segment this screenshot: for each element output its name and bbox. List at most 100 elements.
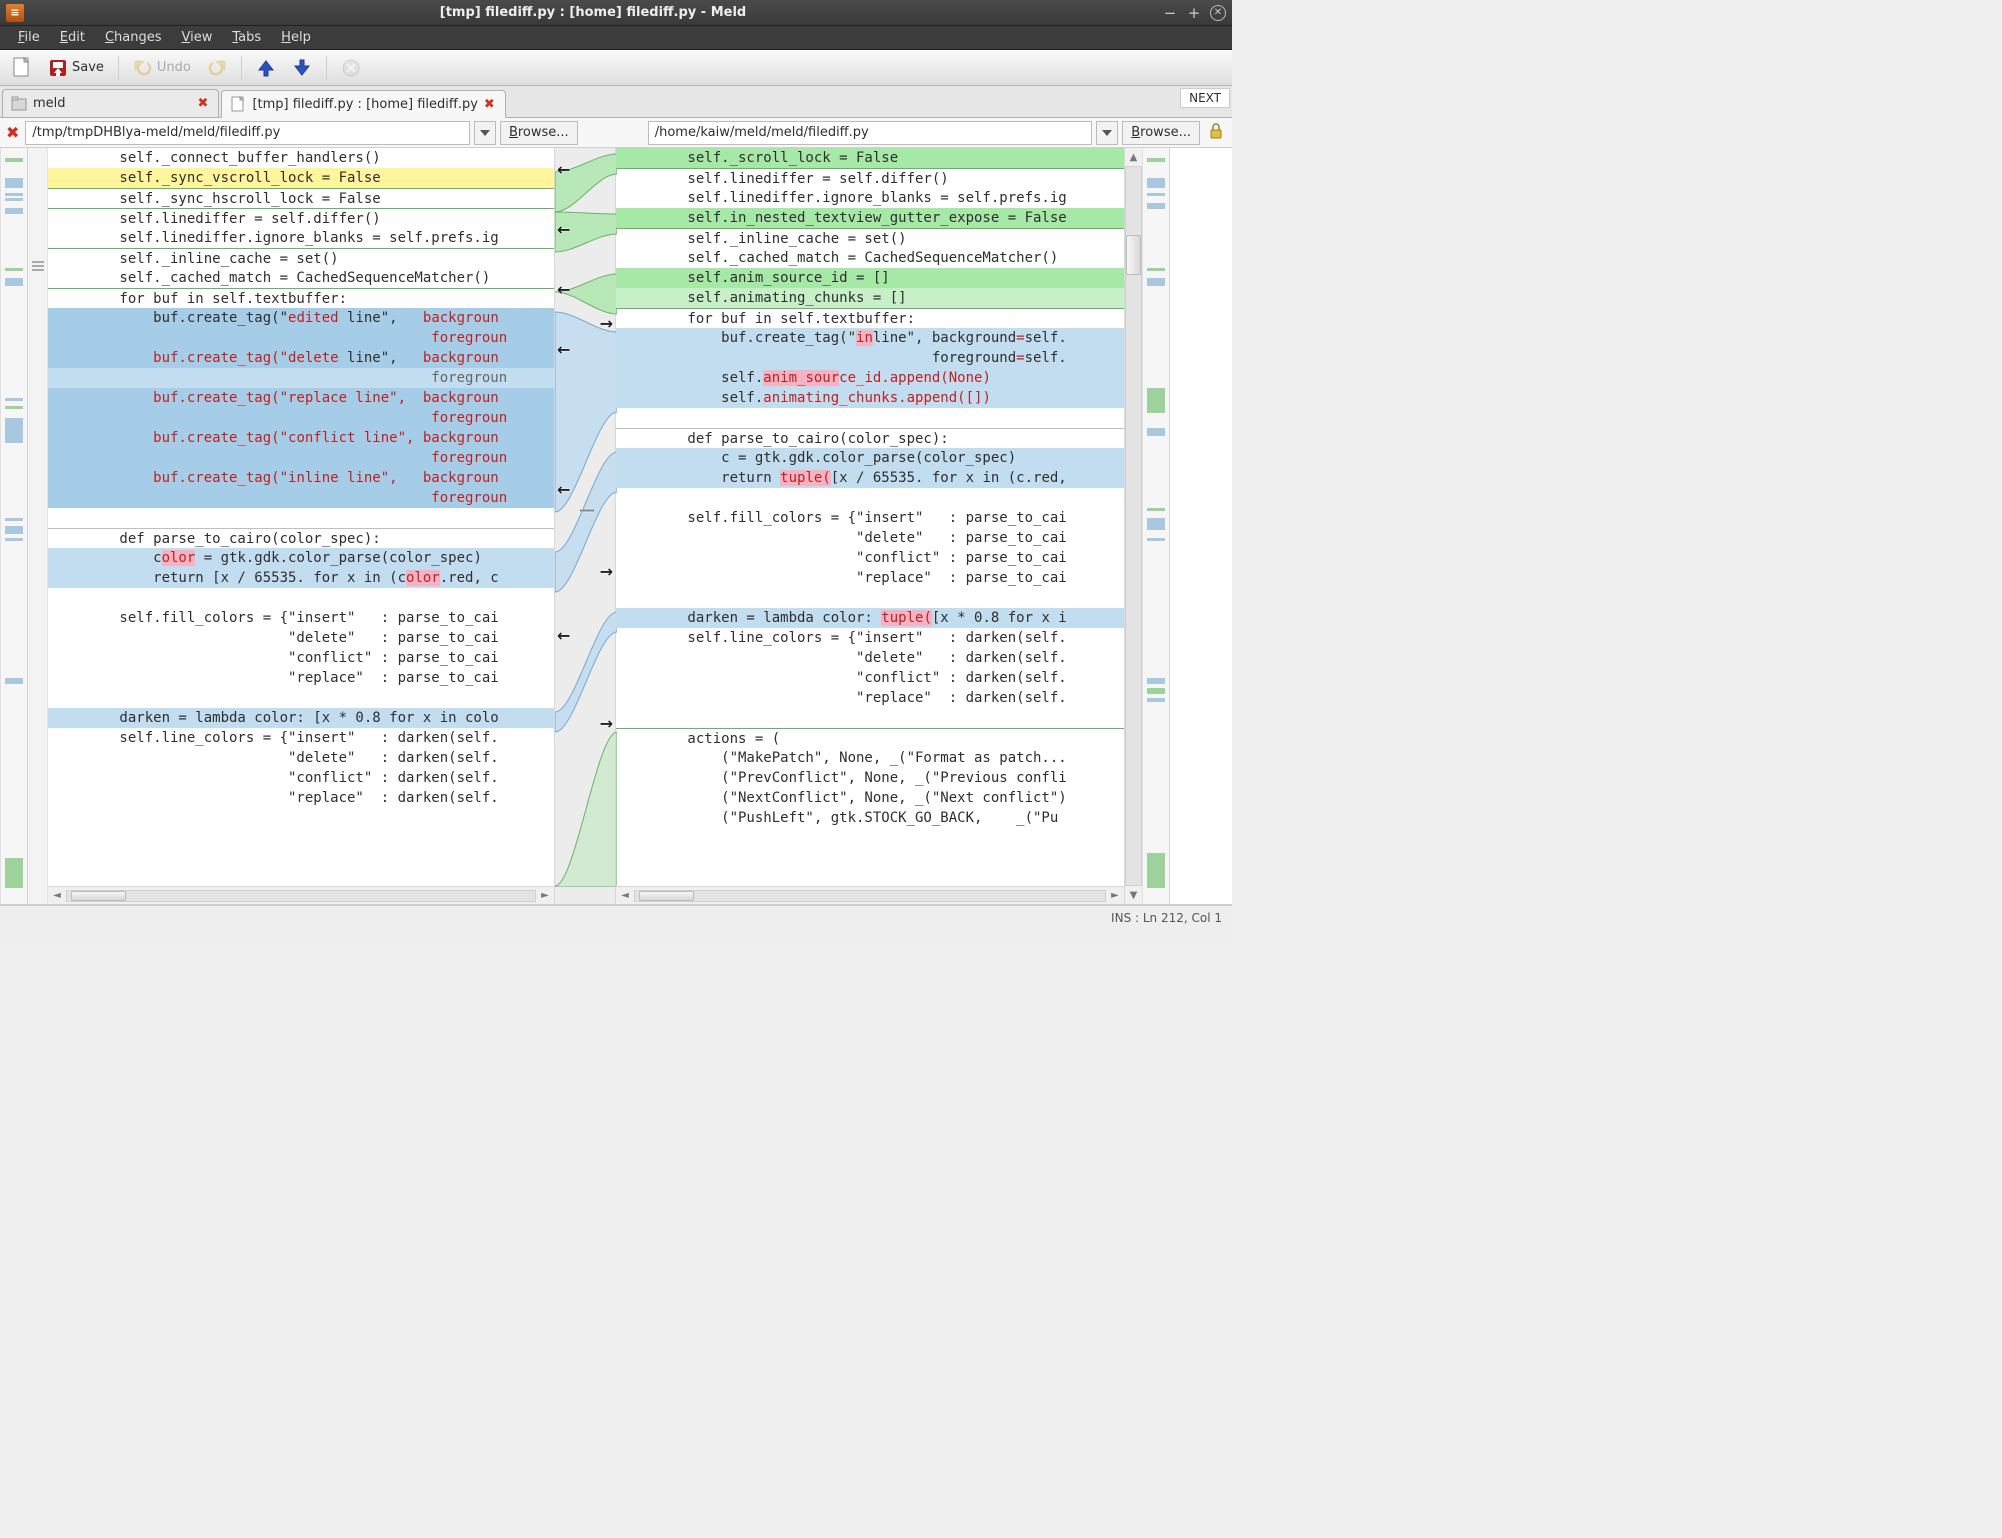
close-button[interactable]: ✕ [1210, 5, 1226, 21]
code-line[interactable]: "conflict" : parse_to_cai [616, 548, 1124, 568]
code-line[interactable]: "replace" : parse_to_cai [616, 568, 1124, 588]
code-line[interactable]: self.linediffer.ignore_blanks = self.pre… [616, 188, 1124, 208]
menu-edit[interactable]: Edit [52, 28, 93, 47]
menu-view[interactable]: View [174, 28, 221, 47]
left-overview[interactable] [0, 148, 28, 904]
next-diff-button[interactable] [286, 54, 318, 82]
code-line[interactable]: "conflict" : darken(self. [616, 668, 1124, 688]
code-line[interactable]: ("PrevConflict", None, _("Previous confl… [616, 768, 1124, 788]
code-line[interactable]: "replace" : darken(self. [48, 788, 554, 808]
code-line[interactable]: self.fill_colors = {"insert" : parse_to_… [616, 508, 1124, 528]
stop-button[interactable] [335, 54, 367, 82]
left-file-dropdown[interactable] [474, 121, 496, 145]
code-line[interactable]: buf.create_tag("replace line", backgroun [48, 388, 554, 408]
code-line[interactable]: self._sync_hscroll_lock = False [48, 188, 554, 208]
handle-icon[interactable] [30, 258, 46, 274]
code-line[interactable]: self.anim_source_id.append(None) [616, 368, 1124, 388]
code-line[interactable] [48, 688, 554, 708]
code-line[interactable]: buf.create_tag("edited line", backgroun [48, 308, 554, 328]
code-line[interactable] [616, 708, 1124, 728]
code-line[interactable]: "delete" : parse_to_cai [48, 628, 554, 648]
code-line[interactable] [616, 588, 1124, 608]
menu-tabs[interactable]: Tabs [224, 28, 269, 47]
code-line[interactable]: "delete" : darken(self. [48, 748, 554, 768]
code-line[interactable]: self._inline_cache = set() [48, 248, 554, 268]
menu-file[interactable]: File [10, 28, 48, 47]
code-line[interactable]: "delete" : darken(self. [616, 648, 1124, 668]
merge-left-icon[interactable]: ← [557, 220, 570, 239]
code-line[interactable]: self.line_colors = {"insert" : darken(se… [48, 728, 554, 748]
code-line[interactable] [48, 808, 554, 828]
scroll-right-icon[interactable]: ► [1106, 887, 1124, 904]
code-line[interactable]: foregroun [48, 448, 554, 468]
code-line[interactable]: darken = lambda color: [x * 0.8 for x in… [48, 708, 554, 728]
code-line[interactable]: "replace" : darken(self. [616, 688, 1124, 708]
code-line[interactable]: c = gtk.gdk.color_parse(color_spec) [616, 448, 1124, 468]
code-line[interactable]: self._cached_match = CachedSequenceMatch… [48, 268, 554, 288]
code-line[interactable]: buf.create_tag("inline", background=self… [616, 328, 1124, 348]
tab-meld[interactable]: meld ✖ [2, 89, 219, 117]
code-line[interactable]: foreground=self. [616, 348, 1124, 368]
code-line[interactable]: return [x / 65535. for x in (color.red, … [48, 568, 554, 588]
code-line[interactable]: self._cached_match = CachedSequenceMatch… [616, 248, 1124, 268]
menu-help[interactable]: Help [273, 28, 319, 47]
merge-left-icon[interactable]: ← [557, 280, 570, 299]
new-button[interactable] [6, 54, 38, 82]
code-line[interactable]: foregroun [48, 328, 554, 348]
right-browse-button[interactable]: Browse... [1122, 121, 1200, 145]
code-line[interactable]: "conflict" : parse_to_cai [48, 648, 554, 668]
code-line[interactable]: "replace" : parse_to_cai [48, 668, 554, 688]
left-file-path[interactable]: /tmp/tmpDHBlya-meld/meld/filediff.py [25, 121, 470, 145]
code-line[interactable]: self.linediffer.ignore_blanks = self.pre… [48, 228, 554, 248]
diff-linkmap[interactable]: ← ← ← → ← ← — → ← → [554, 148, 616, 904]
code-line[interactable]: self.linediffer = self.differ() [616, 168, 1124, 188]
code-line[interactable]: actions = ( [616, 728, 1124, 748]
merge-left-icon[interactable]: ← [557, 626, 570, 645]
code-line[interactable]: darken = lambda color: tuple([x * 0.8 fo… [616, 608, 1124, 628]
code-line[interactable]: ("MakePatch", None, _("Format as patch..… [616, 748, 1124, 768]
clear-first-icon[interactable]: ✖ [4, 123, 21, 142]
redo-button[interactable] [201, 54, 233, 82]
merge-right-icon[interactable]: → [600, 714, 613, 733]
maximize-button[interactable]: + [1186, 5, 1202, 21]
right-overview[interactable] [1142, 148, 1170, 904]
prev-diff-button[interactable] [250, 54, 282, 82]
code-line[interactable]: foregroun [48, 488, 554, 508]
code-line[interactable]: buf.create_tag("inline line", backgroun [48, 468, 554, 488]
merge-gap-icon[interactable]: — [579, 500, 595, 519]
save-button[interactable]: Save [42, 54, 110, 82]
code-line[interactable]: ("NextConflict", None, _("Next conflict"… [616, 788, 1124, 808]
code-line[interactable]: self.in_nested_textview_gutter_expose = … [616, 208, 1124, 228]
right-hscroll[interactable]: ◄ ► [616, 886, 1124, 904]
code-line[interactable] [48, 508, 554, 528]
left-code-pane[interactable]: self._connect_buffer_handlers() self._sy… [48, 148, 554, 886]
code-line[interactable]: color = gtk.gdk.color_parse(color_spec) [48, 548, 554, 568]
code-line[interactable] [48, 588, 554, 608]
right-code-pane[interactable]: self._scroll_lock = False self.linediffe… [616, 148, 1124, 886]
merge-right-icon[interactable]: → [600, 314, 613, 333]
code-line[interactable]: def parse_to_cairo(color_spec): [48, 528, 554, 548]
code-line[interactable]: self.animating_chunks = [] [616, 288, 1124, 308]
code-line[interactable]: for buf in self.textbuffer: [48, 288, 554, 308]
tab-filediff[interactable]: [tmp] filediff.py : [home] filediff.py ✖ [221, 90, 505, 118]
merge-right-icon[interactable]: → [600, 562, 613, 581]
code-line[interactable] [616, 408, 1124, 428]
merge-left-icon[interactable]: ← [557, 340, 570, 359]
code-line[interactable]: "conflict" : darken(self. [48, 768, 554, 788]
code-line[interactable] [616, 488, 1124, 508]
tab-close-icon[interactable]: ✖ [198, 96, 209, 111]
code-line[interactable]: self.fill_colors = {"insert" : parse_to_… [48, 608, 554, 628]
right-file-path[interactable]: /home/kaiw/meld/meld/filediff.py [648, 121, 1093, 145]
menu-changes[interactable]: Changes [97, 28, 170, 47]
code-line[interactable]: self.linediffer = self.differ() [48, 208, 554, 228]
code-line[interactable]: foregroun [48, 408, 554, 428]
code-line[interactable]: self._inline_cache = set() [616, 228, 1124, 248]
right-vscroll[interactable]: ▲ ▼ [1124, 148, 1142, 904]
right-file-dropdown[interactable] [1096, 121, 1118, 145]
tab-close-icon[interactable]: ✖ [484, 97, 495, 112]
code-line[interactable]: buf.create_tag("conflict line", backgrou… [48, 428, 554, 448]
code-line[interactable]: return tuple([x / 65535. for x in (c.red… [616, 468, 1124, 488]
scroll-left-icon[interactable]: ◄ [48, 887, 66, 904]
scroll-down-icon[interactable]: ▼ [1125, 886, 1142, 904]
code-line[interactable]: for buf in self.textbuffer: [616, 308, 1124, 328]
